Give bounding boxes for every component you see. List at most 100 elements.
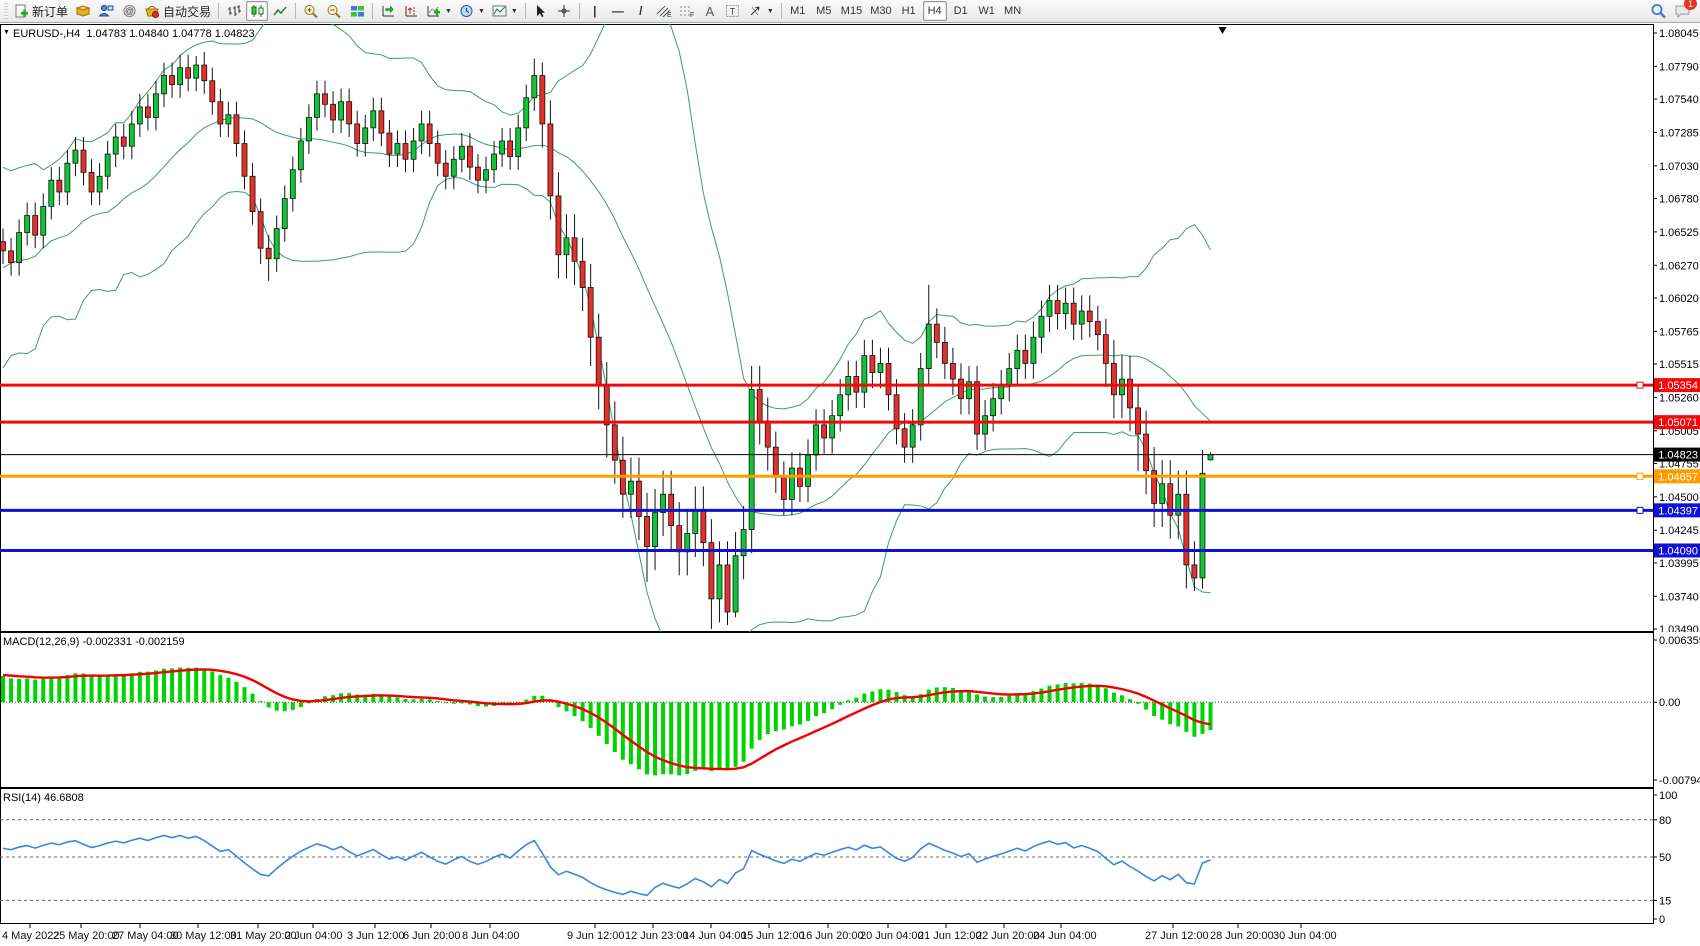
label-icon: T <box>725 4 740 18</box>
timeframe-button-m30[interactable]: M30 <box>867 1 894 21</box>
autoscroll-button[interactable] <box>377 1 399 21</box>
hline-handle[interactable] <box>1637 473 1643 479</box>
svg-text:4 May 2022: 4 May 2022 <box>2 930 59 942</box>
fibonacci-icon: F <box>679 4 695 18</box>
svg-text:1.04500: 1.04500 <box>1659 492 1699 504</box>
zoom-in-icon <box>303 4 319 19</box>
svg-text:-0.007949: -0.007949 <box>1659 775 1700 787</box>
line-chart-icon <box>273 4 288 18</box>
macd-pane[interactable]: 0.0063590.00-0.007949 <box>0 632 1700 788</box>
text-icon: A <box>706 5 715 18</box>
svg-text:1.07790: 1.07790 <box>1659 61 1699 73</box>
svg-text:22 Jun 20:00: 22 Jun 20:00 <box>976 930 1040 942</box>
rsi-indicator-label: RSI(14) 46.6808 <box>3 792 84 804</box>
signals-button[interactable]: @ <box>118 1 140 21</box>
market-watch-button[interactable] <box>72 1 94 21</box>
price-chart-pane[interactable]: 1.080451.077901.075401.072851.070301.067… <box>0 24 1700 632</box>
timeframe-group: M1M5M15M30H1H4D1W1MN <box>786 1 1025 21</box>
autoscroll-icon <box>381 4 396 18</box>
timeframe-button-h4[interactable]: H4 <box>923 1 947 21</box>
horizontal-line-button[interactable]: — <box>607 1 629 21</box>
main-toolbar: 新订单 @ 自动交易 <box>0 0 1700 23</box>
svg-text:1.04245: 1.04245 <box>1659 525 1699 537</box>
timeframe-button-m5[interactable]: M5 <box>812 1 836 21</box>
timeframe-button-d1[interactable]: D1 <box>949 1 973 21</box>
svg-text:15 Jun 12:00: 15 Jun 12:00 <box>741 930 805 942</box>
hline-handle[interactable] <box>1637 507 1643 513</box>
cursor-button[interactable] <box>530 1 552 21</box>
svg-text:25 May 20:00: 25 May 20:00 <box>53 930 120 942</box>
svg-text:1.03740: 1.03740 <box>1659 591 1699 603</box>
periods-button[interactable]: ▼ <box>456 1 488 21</box>
timeframe-button-h1[interactable]: H1 <box>897 1 921 21</box>
autotrading-label: 自动交易 <box>163 3 211 20</box>
timeframe-button-mn[interactable]: MN <box>1001 1 1025 21</box>
periods-clock-icon <box>459 4 474 18</box>
svg-text:1.06525: 1.06525 <box>1659 227 1699 239</box>
zoom-in-button[interactable] <box>300 1 322 21</box>
svg-text:21 Jun 12:00: 21 Jun 12:00 <box>918 930 982 942</box>
crosshair-button[interactable] <box>553 1 575 21</box>
chart-shift-button[interactable] <box>400 1 422 21</box>
label-button[interactable]: T <box>722 1 744 21</box>
indicators-icon <box>426 4 441 18</box>
navigator-button[interactable] <box>95 1 117 21</box>
svg-text:1.04657: 1.04657 <box>1658 471 1698 483</box>
svg-text:2 Jun 04:00: 2 Jun 04:00 <box>285 930 343 942</box>
svg-text:1.07540: 1.07540 <box>1659 94 1699 106</box>
svg-text:1.06270: 1.06270 <box>1659 260 1699 272</box>
shapes-button[interactable]: ▼ <box>745 1 777 21</box>
search-button[interactable] <box>1647 1 1670 21</box>
chart-shift-marker[interactable] <box>1219 27 1227 34</box>
chart-menu-arrow-icon[interactable]: ▼ <box>3 29 10 36</box>
bar-chart-icon <box>227 4 242 18</box>
new-order-button[interactable]: 新订单 <box>11 1 71 21</box>
periods-caret-icon: ▼ <box>478 8 485 15</box>
svg-text:1.03995: 1.03995 <box>1659 558 1699 570</box>
tile-windows-icon <box>350 4 365 18</box>
rsi-pane[interactable]: 1008050150 <box>0 788 1700 924</box>
svg-text:100: 100 <box>1659 790 1677 802</box>
svg-text:15: 15 <box>1659 895 1671 907</box>
cursor-icon <box>534 4 547 18</box>
templates-button[interactable]: ▼ <box>489 1 521 21</box>
shapes-arrows-icon <box>748 4 763 18</box>
svg-text:28 Jun 20:00: 28 Jun 20:00 <box>1210 930 1274 942</box>
timeframe-button-m1[interactable]: M1 <box>786 1 810 21</box>
autotrading-button[interactable]: 自动交易 <box>141 1 214 21</box>
timeframe-button-w1[interactable]: W1 <box>975 1 999 21</box>
svg-text:12 Jun 23:00: 12 Jun 23:00 <box>625 930 689 942</box>
indicators-button[interactable]: ▼ <box>423 1 455 21</box>
tile-windows-button[interactable] <box>346 1 368 21</box>
autotrading-icon <box>144 4 160 18</box>
svg-text:50: 50 <box>1659 852 1671 864</box>
hline-handle[interactable] <box>1637 382 1643 388</box>
svg-text:20 Jun 04:00: 20 Jun 04:00 <box>860 930 924 942</box>
chart-title-ohlc: EURUSD-,H4 1.04783 1.04840 1.04778 1.048… <box>13 28 255 40</box>
signals-icon: @ <box>122 4 137 18</box>
svg-text:1.05260: 1.05260 <box>1659 392 1699 404</box>
line-chart-button[interactable] <box>269 1 291 21</box>
bar-chart-button[interactable] <box>223 1 245 21</box>
macd-indicator-label: MACD(12,26,9) -0.002331 -0.002159 <box>3 636 185 648</box>
channel-button[interactable]: E <box>653 1 675 21</box>
zoom-out-button[interactable] <box>323 1 345 21</box>
search-icon <box>1650 3 1667 19</box>
notifications-button[interactable]: 1 <box>1671 1 1694 21</box>
indicators-caret-icon: ▼ <box>445 8 452 15</box>
svg-text:T: T <box>730 7 736 17</box>
time-axis[interactable]: 4 May 202225 May 20:0027 May 04:0030 May… <box>0 924 1700 946</box>
svg-text:1.05765: 1.05765 <box>1659 326 1699 338</box>
vertical-line-icon: | <box>593 5 596 17</box>
svg-text:1.03490: 1.03490 <box>1659 624 1699 632</box>
shapes-caret-icon: ▼ <box>767 8 774 15</box>
svg-text:30 May 12:00: 30 May 12:00 <box>170 930 237 942</box>
vertical-line-button[interactable]: | <box>584 1 606 21</box>
svg-text:16 Jun 20:00: 16 Jun 20:00 <box>800 930 864 942</box>
svg-text:8 Jun 04:00: 8 Jun 04:00 <box>462 930 520 942</box>
text-button[interactable]: A <box>699 1 721 21</box>
timeframe-button-m15[interactable]: M15 <box>838 1 865 21</box>
candlestick-button[interactable] <box>246 1 268 21</box>
trendline-button[interactable]: / <box>630 1 652 21</box>
fibonacci-button[interactable]: F <box>676 1 698 21</box>
